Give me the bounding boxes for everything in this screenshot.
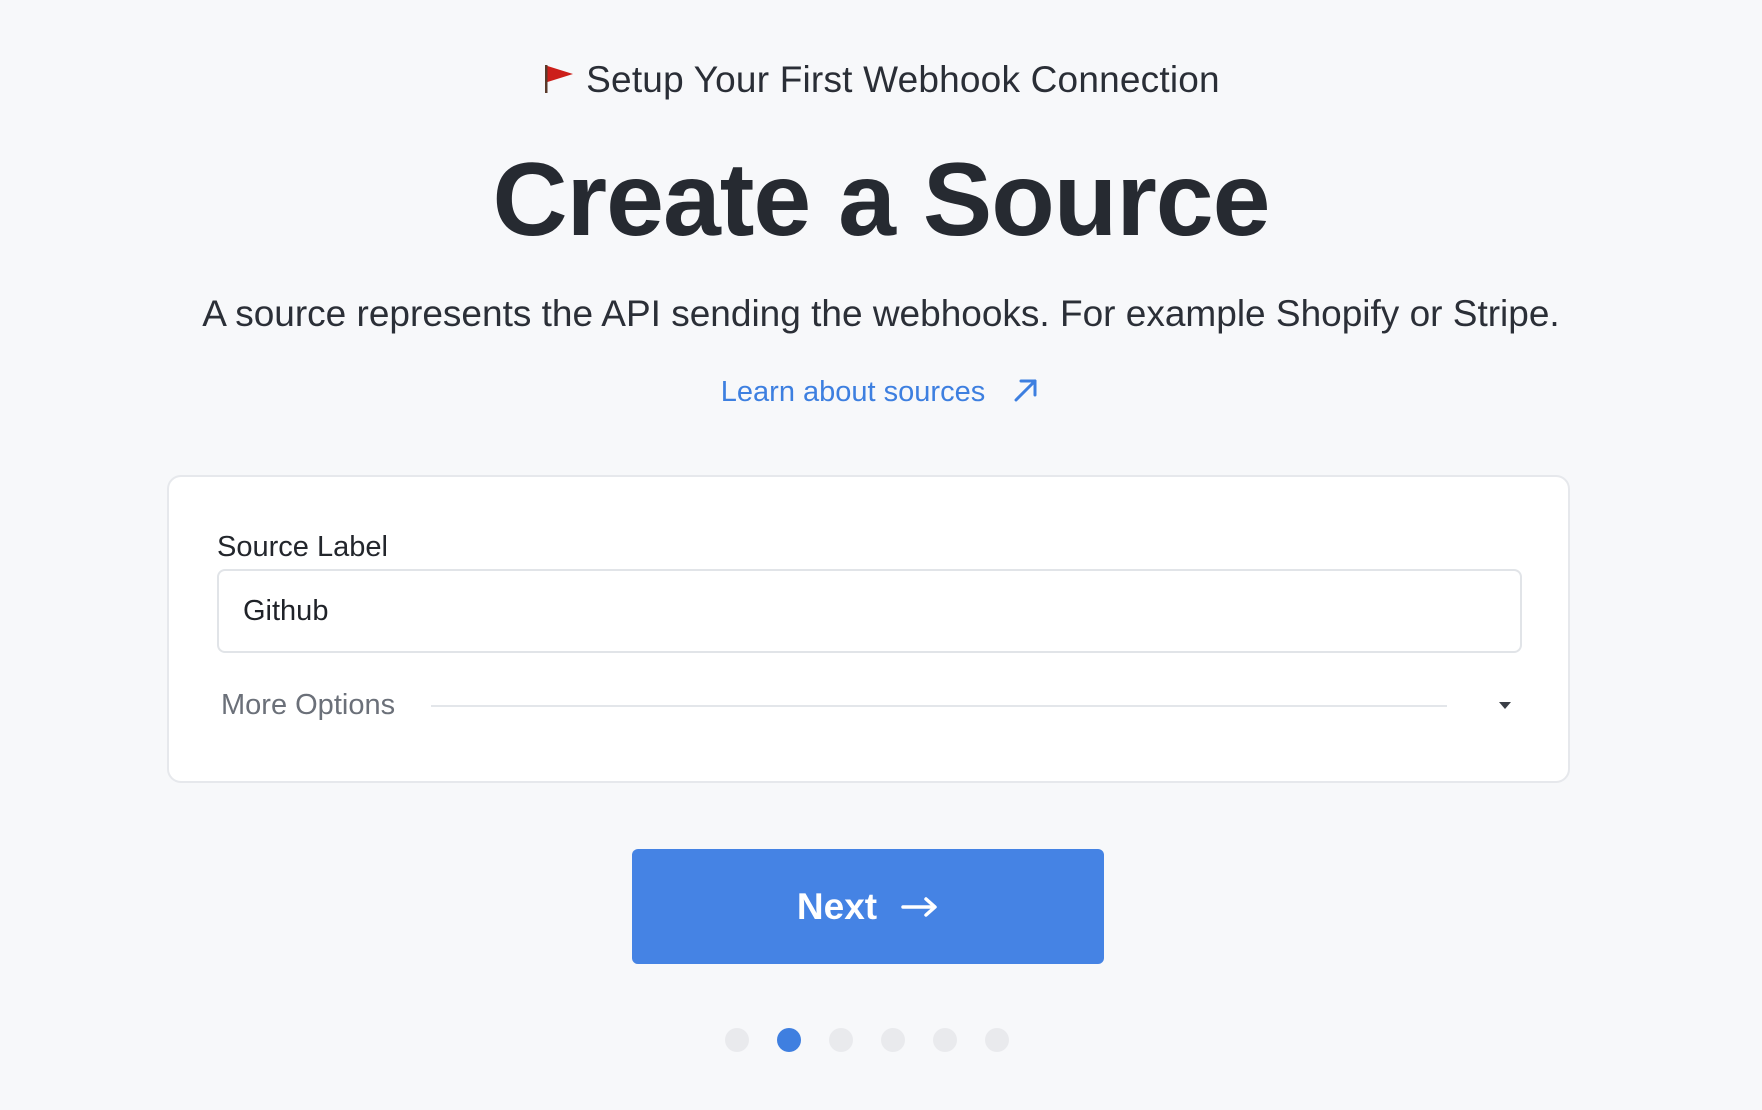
- learn-about-sources-link[interactable]: Learn about sources: [0, 372, 1762, 412]
- page-description: A source represents the API sending the …: [202, 293, 1560, 334]
- more-options-toggle[interactable]: More Options: [221, 685, 1521, 725]
- learn-link-text[interactable]: Learn about sources: [721, 376, 985, 408]
- more-options-divider: [431, 705, 1447, 707]
- external-arrow-icon[interactable]: [1011, 375, 1041, 405]
- arrow-right-icon[interactable]: [901, 895, 939, 919]
- step-dot-active[interactable]: [777, 1028, 801, 1052]
- page-title: Create a Source: [492, 142, 1271, 258]
- next-button-label[interactable]: Next: [797, 886, 877, 928]
- next-button[interactable]: Next: [632, 849, 1104, 964]
- step-dot[interactable]: [725, 1028, 749, 1052]
- red-flag-icon: [545, 65, 574, 93]
- source-label-label: Source Label: [217, 531, 388, 563]
- kicker-text: Setup Your First Webhook Connection: [586, 59, 1220, 100]
- step-dot[interactable]: [985, 1028, 1009, 1052]
- setup-kicker: Setup Your First Webhook Connection: [0, 56, 1762, 104]
- step-indicator: [725, 1028, 1009, 1052]
- more-options-label[interactable]: More Options: [221, 685, 395, 725]
- source-label-input[interactable]: [217, 569, 1522, 653]
- step-dot[interactable]: [881, 1028, 905, 1052]
- onboarding-page: Setup Your First Webhook Connection Crea…: [0, 0, 1762, 1110]
- caret-down-icon[interactable]: [1497, 697, 1513, 713]
- step-dot[interactable]: [933, 1028, 957, 1052]
- step-dot[interactable]: [829, 1028, 853, 1052]
- source-form-card: Source Label More Options: [167, 475, 1570, 783]
